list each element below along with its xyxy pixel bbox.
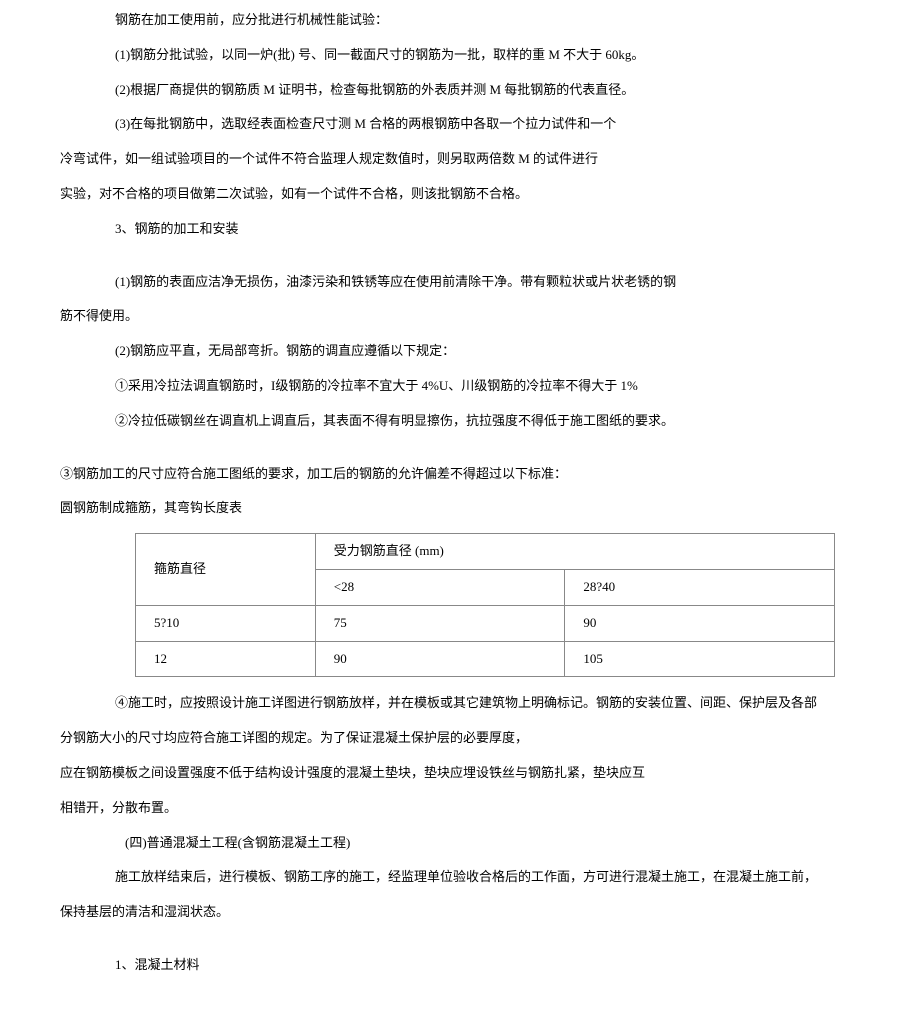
section-heading-4: (四)普通混凝土工程(含钢筋混凝土工程) <box>60 833 860 854</box>
table-cell: 75 <box>315 605 565 641</box>
paragraph-continuation-1: 冷弯试件，如一组试验项目的一个试件不符合监理人规定数值时，则另取两倍数 M 的试… <box>60 149 860 170</box>
paragraph-3-2-d: ④施工时，应按照设计施工详图进行钢筋放样，并在模板或其它建筑物上明确标记。钢筋的… <box>60 693 860 714</box>
paragraph-3-2: (2)钢筋应平直，无局部弯折。钢筋的调直应遵循以下规定： <box>60 341 860 362</box>
paragraph-item-3: (3)在每批钢筋中，选取经表面检查尺寸测 M 合格的两根钢筋中各取一个拉力试件和… <box>60 114 860 135</box>
table-subheader-lt28: <28 <box>315 569 565 605</box>
paragraph-4-cont: 保持基层的清洁和湿润状态。 <box>60 902 860 923</box>
paragraph-3-1-cont: 筋不得使用。 <box>60 306 860 327</box>
table-row: 5?10 75 90 <box>136 605 835 641</box>
paragraph-3-2-d-cont: 分钢筋大小的尺寸均应符合施工详图的规定。为了保证混凝土保护层的必要厚度， <box>60 728 860 749</box>
table-cell: 90 <box>315 641 565 677</box>
table-cell: 5?10 <box>136 605 316 641</box>
table-header-group: 受力钢筋直径 (mm) <box>315 534 834 570</box>
table-header-stirrup-diameter: 箍筋直径 <box>136 534 316 606</box>
table-header-row-1: 箍筋直径 受力钢筋直径 (mm) <box>136 534 835 570</box>
rebar-hook-length-table: 箍筋直径 受力钢筋直径 (mm) <28 28?40 5?10 75 90 12… <box>135 533 835 677</box>
table-cell: 105 <box>565 641 835 677</box>
table-cell: 12 <box>136 641 316 677</box>
paragraph-item-2: (2)根据厂商提供的钢筋质 M 证明书，检查每批钢筋的外表质并测 M 每批钢筋的… <box>60 80 860 101</box>
paragraph-3-2-a: ①采用冷拉法调直钢筋时，I级钢筋的冷拉率不宜大于 4%U、川级钢筋的冷拉率不得大… <box>60 376 860 397</box>
table-caption: 圆钢筋制成箍筋，其弯钩长度表 <box>60 498 860 519</box>
paragraph-intro: 钢筋在加工使用前，应分批进行机械性能试验： <box>60 10 860 31</box>
paragraph-3-2-d-cont3: 相错开，分散布置。 <box>60 798 860 819</box>
table-subheader-28-40: 28?40 <box>565 569 835 605</box>
paragraph-4-intro: 施工放样结束后，进行模板、钢筋工序的施工，经监理单位验收合格后的工作面，方可进行… <box>60 867 860 888</box>
paragraph-3-2-d-cont2: 应在钢筋模板之间设置强度不低于结构设计强度的混凝土垫块，垫块应埋设铁丝与钢筋扎紧… <box>60 763 860 784</box>
section-heading-4-1: 1、混凝土材料 <box>60 955 860 976</box>
table-row: 12 90 105 <box>136 641 835 677</box>
section-heading-3: 3、钢筋的加工和安装 <box>60 219 860 240</box>
paragraph-continuation-2: 实验，对不合格的项目做第二次试验，如有一个试件不合格，则该批钢筋不合格。 <box>60 184 860 205</box>
table-cell: 90 <box>565 605 835 641</box>
paragraph-3-2-b: ②冷拉低碳钢丝在调直机上调直后，其表面不得有明显擦伤，抗拉强度不得低于施工图纸的… <box>60 411 860 432</box>
paragraph-3-2-c: ③钢筋加工的尺寸应符合施工图纸的要求，加工后的钢筋的允许偏差不得超过以下标准： <box>60 464 860 485</box>
paragraph-item-1: (1)钢筋分批试验，以同一炉(批) 号、同一截面尺寸的钢筋为一批，取样的重 M … <box>60 45 860 66</box>
paragraph-3-1: (1)钢筋的表面应洁净无损伤，油漆污染和铁锈等应在使用前清除干净。带有颗粒状或片… <box>60 272 860 293</box>
